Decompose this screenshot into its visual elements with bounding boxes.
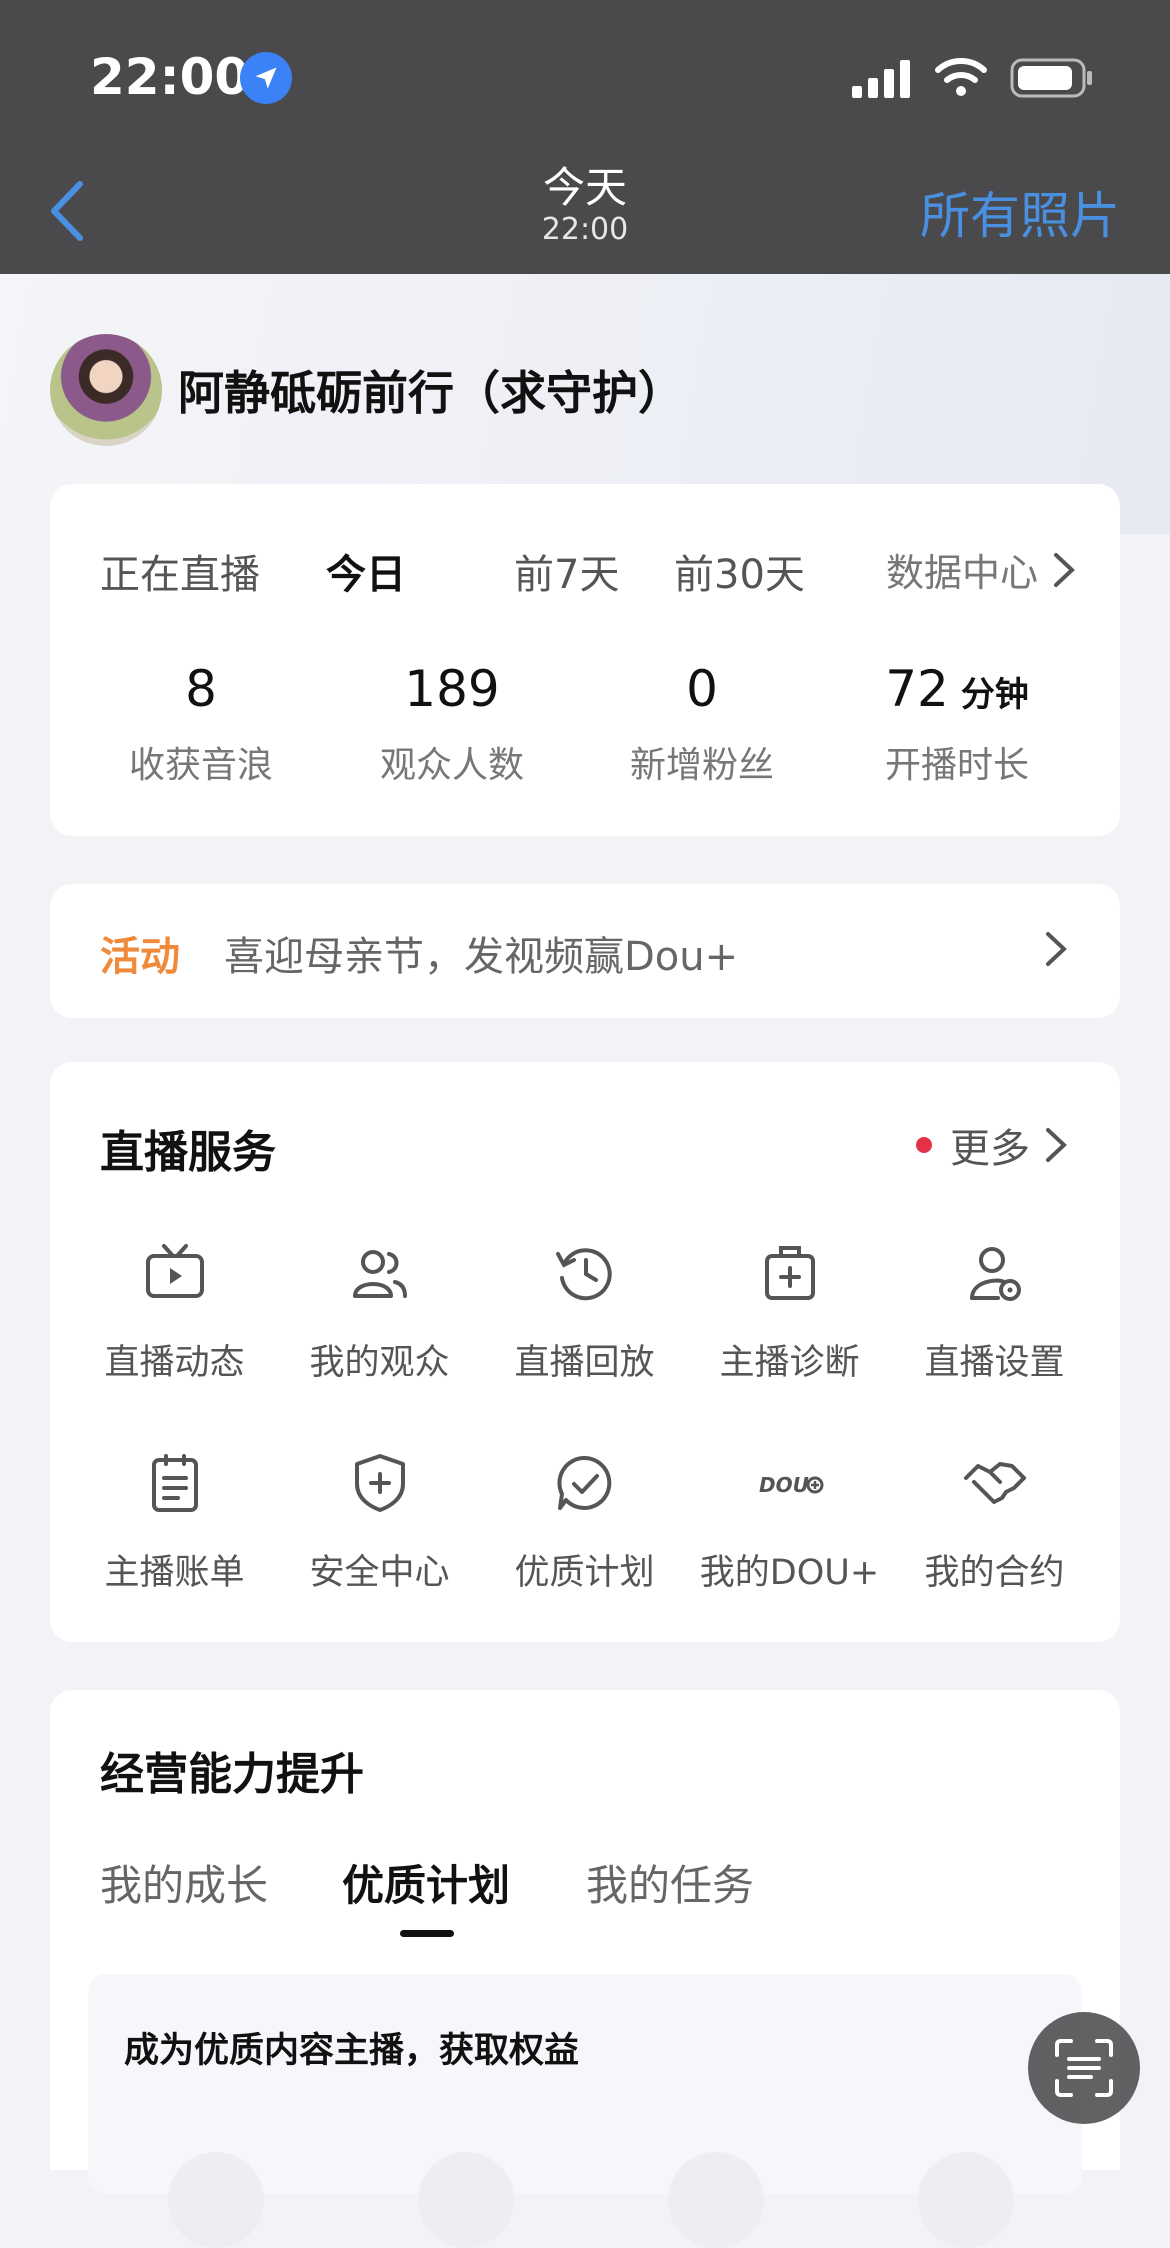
faint-icon — [168, 2152, 264, 2248]
banner-text: 成为优质内容主播，获取权益 — [124, 2031, 580, 2071]
service-my-audience[interactable]: 我的观众 — [277, 1238, 482, 1408]
nav-bar: 今天 22:00 所有照片 — [0, 150, 1170, 274]
stat-sound-waves: 8 收获音浪 — [76, 660, 326, 788]
section-title: 经营能力提升 — [100, 1749, 364, 1800]
profile-header[interactable]: 阿静砥砺前行（求守护） — [50, 334, 684, 446]
service-label: 直播动态 — [104, 1343, 245, 1383]
faint-icon — [668, 2152, 764, 2248]
activity-banner[interactable]: 活动 喜迎母亲节，发视频赢Dou+ — [50, 884, 1120, 1018]
activity-text: 喜迎母亲节，发视频赢Dou+ — [224, 934, 739, 980]
medical-kit-icon — [764, 1246, 815, 1300]
tab-my-growth[interactable]: 我的成长 — [100, 1852, 268, 1913]
activity-tag: 活动 — [100, 934, 180, 980]
service-live-feed[interactable]: 直播动态 — [72, 1238, 277, 1408]
service-label: 主播账单 — [104, 1553, 245, 1593]
scan-text-icon — [1055, 2039, 1113, 2097]
stat-value: 0 — [686, 660, 718, 718]
service-live-settings[interactable]: 直播设置 — [892, 1238, 1097, 1408]
tv-icon — [145, 1244, 204, 1298]
stat-value: 189 — [404, 660, 500, 718]
tab-my-tasks[interactable]: 我的任务 — [586, 1852, 754, 1913]
live-services-card: 直播服务 更多 直播动态 我的观众 直播回放 主播诊断 直播设置 主播账单 安全… — [50, 1062, 1120, 1642]
more-label: 更多 — [950, 1126, 1030, 1172]
service-label: 我的观众 — [309, 1343, 450, 1383]
section-title: 直播服务 — [100, 1127, 276, 1178]
chevron-right-icon — [1046, 1128, 1067, 1162]
stat-value: 8 — [185, 660, 217, 718]
stat-viewers: 189 观众人数 — [327, 660, 577, 788]
service-label: 直播设置 — [924, 1343, 1065, 1383]
status-time: 22:00 — [90, 48, 250, 106]
handshake-icon — [963, 1462, 1026, 1504]
chevron-right-icon — [1054, 552, 1075, 587]
service-label: 优质计划 — [514, 1553, 655, 1593]
stat-label: 新增粉丝 — [629, 745, 774, 786]
tab-last-30-days[interactable]: 前30天 — [674, 542, 805, 600]
more-link[interactable]: 更多 — [916, 1116, 1072, 1174]
chevron-right-icon — [1046, 932, 1067, 966]
tab-last-7-days[interactable]: 前7天 — [514, 542, 619, 600]
dou-plus-icon: DOU — [759, 1473, 823, 1497]
service-host-diagnosis[interactable]: 主播诊断 — [687, 1238, 892, 1408]
notification-dot — [916, 1137, 932, 1153]
tab-today[interactable]: 今日 — [326, 542, 406, 600]
stat-label: 收获音浪 — [128, 745, 273, 786]
users-icon — [352, 1250, 407, 1298]
avatar[interactable] — [50, 334, 162, 446]
battery-icon — [1010, 58, 1092, 98]
shield-plus-icon — [354, 1454, 405, 1512]
data-center-label: 数据中心 — [885, 551, 1038, 595]
check-chat-icon — [556, 1455, 611, 1510]
svg-text:DOU: DOU — [759, 1473, 809, 1497]
stat-label: 开播时长 — [884, 745, 1029, 786]
stat-live-duration: 72 分钟 开播时长 — [832, 660, 1082, 788]
history-icon — [555, 1248, 612, 1301]
service-label: 直播回放 — [514, 1343, 655, 1383]
data-center-link[interactable]: 数据中心 — [886, 542, 1080, 597]
active-tab-indicator — [400, 1930, 454, 1937]
stat-new-fans: 0 新增粉丝 — [577, 660, 827, 788]
clipboard-icon — [151, 1454, 198, 1512]
stat-value: 72 — [885, 660, 949, 718]
stat-unit: 分钟 — [960, 675, 1029, 715]
user-settings-icon — [969, 1247, 1021, 1301]
service-security-center[interactable]: 安全中心 — [277, 1448, 482, 1618]
all-photos-button[interactable]: 所有照片 — [920, 176, 1120, 248]
tab-quality-plan[interactable]: 优质计划 — [342, 1852, 510, 1913]
stats-tabs: 正在直播 今日 前7天 前30天 数据中心 — [100, 542, 1080, 602]
service-my-dou-plus[interactable]: DOU 我的DOU+ — [687, 1448, 892, 1618]
stat-label: 观众人数 — [379, 745, 524, 786]
quality-banner[interactable]: 成为优质内容主播，获取权益 — [88, 1974, 1082, 2248]
stats-card: 正在直播 今日 前7天 前30天 数据中心 8 收获音浪 189 观众人数 0 … — [50, 484, 1120, 836]
tab-live-now[interactable]: 正在直播 — [100, 542, 260, 600]
service-quality-plan[interactable]: 优质计划 — [482, 1448, 687, 1618]
service-label: 我的DOU+ — [699, 1553, 880, 1593]
service-my-contract[interactable]: 我的合约 — [892, 1448, 1097, 1618]
wifi-icon — [935, 58, 987, 96]
service-label: 主播诊断 — [719, 1343, 860, 1383]
cellular-signal-icon — [852, 60, 910, 98]
service-live-replay[interactable]: 直播回放 — [482, 1238, 687, 1408]
text-scan-button[interactable] — [1028, 2012, 1140, 2124]
business-growth-card: 经营能力提升 我的成长 优质计划 我的任务 成为优质内容主播，获取权益 — [50, 1690, 1120, 2248]
profile-name: 阿静砥砺前行（求守护） — [178, 366, 684, 420]
location-arrow-icon — [240, 52, 292, 104]
faint-icon — [418, 2152, 514, 2248]
faint-icon — [918, 2152, 1014, 2248]
service-label: 安全中心 — [309, 1553, 450, 1593]
service-label: 我的合约 — [924, 1553, 1065, 1593]
service-host-bill[interactable]: 主播账单 — [72, 1448, 277, 1618]
status-bar: 22:00 — [0, 0, 1170, 150]
